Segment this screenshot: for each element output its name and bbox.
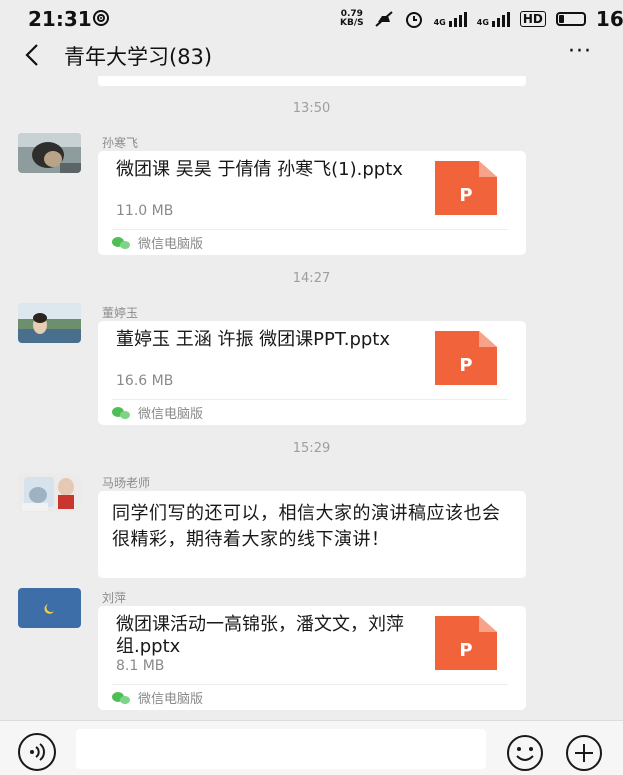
ppt-file-icon: P [435,161,497,215]
status-bar: 21:31 0.79 KB/S 4G 4G HD 16 [0,0,623,36]
avatar[interactable] [18,303,81,343]
signal-icon: 4G [434,11,467,27]
previous-message-bubble [98,76,526,86]
ppt-file-icon: P [435,616,497,670]
voice-input-icon[interactable] [16,731,58,773]
wechat-icon [112,236,130,249]
mute-icon [374,11,393,27]
source-label: 微信电脑版 [138,407,204,422]
file-size: 11.0 MB [116,203,174,219]
hotspot-icon [93,10,109,26]
file-name: 微团课活动一高锦张，潘文文，刘萍组.pptx [116,614,404,657]
source-label: 微信电脑版 [138,237,204,252]
divider [112,399,508,400]
svg-text:P: P [459,355,472,376]
message-input[interactable] [76,729,486,769]
status-time: 21:31 [28,7,92,31]
source-label: 微信电脑版 [138,692,204,707]
file-message[interactable]: 微团课 吴昊 于倩倩 孙寒飞(1).pptx 11.0 MB P 微信电脑版 [98,151,526,255]
plus-icon[interactable] [564,733,604,773]
wechat-icon [112,406,130,419]
file-message[interactable]: 微团课活动一高锦张，潘文文，刘萍组.pptx 8.1 MB P 微信电脑版 [98,606,526,710]
svg-text:P: P [459,640,472,661]
sender-name: 孙寒飞 [102,136,139,150]
file-name: 董婷玉 王涵 许振 微团课PPT.pptx [116,329,391,350]
divider [112,229,508,230]
avatar[interactable] [18,588,81,628]
wechat-icon [112,691,130,704]
battery-icon [555,12,586,26]
text-message[interactable]: 同学们写的还可以，相信大家的演讲稿应该也会很精彩，期待着大家的线下演讲！ [98,491,526,578]
back-icon[interactable] [18,40,48,70]
avatar[interactable] [18,473,81,513]
sender-name: 马旸老师 [102,476,151,490]
chat-title: 青年大学习(83) [64,45,213,69]
file-name: 微团课 吴昊 于倩倩 孙寒飞(1).pptx [116,159,403,180]
file-size: 16.6 MB [116,373,174,389]
more-options-button[interactable]: ··· [562,40,598,70]
status-icons: 0.79 KB/S 4G 4G HD 16 [340,7,623,31]
avatar[interactable] [18,133,81,173]
net-speed: 0.79 KB/S [340,9,364,28]
card-footer: 微信电脑版 [112,688,203,707]
alarm-icon [405,12,422,28]
time-separator: 13:50 [292,101,331,116]
time-separator: 15:29 [292,441,331,456]
divider [112,684,508,685]
card-footer: 微信电脑版 [112,403,203,422]
input-bar [0,720,623,775]
signal-icon-2: 4G [477,11,510,27]
svg-text:P: P [459,185,472,206]
card-footer: 微信电脑版 [112,233,203,252]
time-separator: 14:27 [292,271,331,286]
message-list[interactable]: 13:50 孙寒飞 微团课 吴昊 于倩倩 孙寒飞(1).pptx 11.0 MB… [0,76,623,720]
hd-icon: HD [519,11,546,27]
chat-header: 青年大学习(83) ··· [0,36,623,76]
sender-name: 董婷玉 [102,306,139,320]
file-size: 8.1 MB [116,658,165,674]
ppt-file-icon: P [435,331,497,385]
emoji-icon[interactable] [505,733,545,773]
battery-level: 16 [595,7,623,31]
sender-name: 刘萍 [102,591,127,605]
file-message[interactable]: 董婷玉 王涵 许振 微团课PPT.pptx 16.6 MB P 微信电脑版 [98,321,526,425]
